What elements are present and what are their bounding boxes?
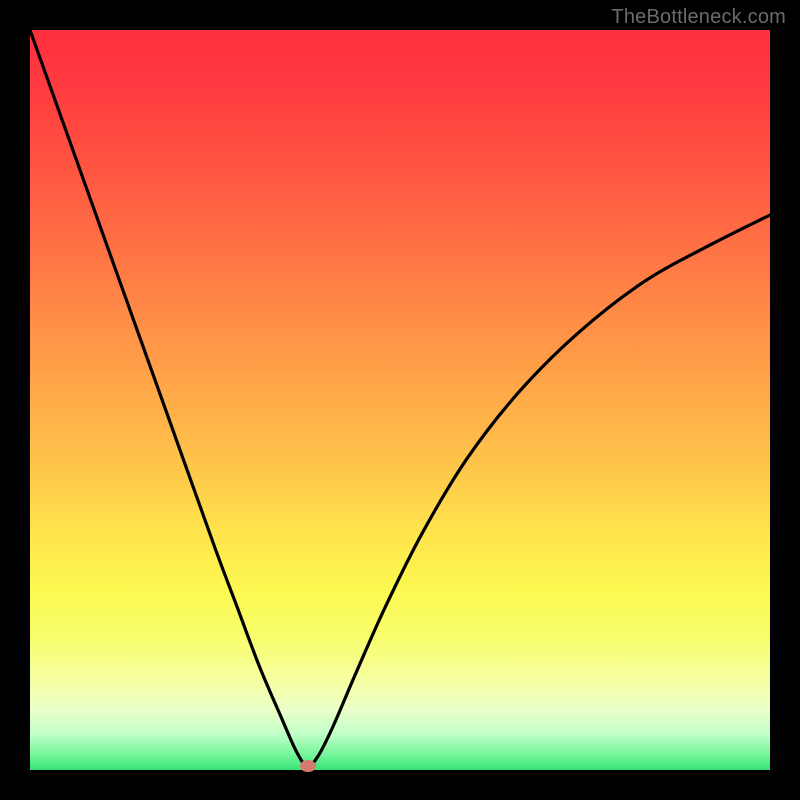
bottleneck-curve <box>30 30 770 770</box>
watermark-text: TheBottleneck.com <box>611 6 786 29</box>
minimum-marker <box>300 760 316 772</box>
curve-path <box>30 30 770 766</box>
chart-frame: TheBottleneck.com <box>0 0 800 800</box>
